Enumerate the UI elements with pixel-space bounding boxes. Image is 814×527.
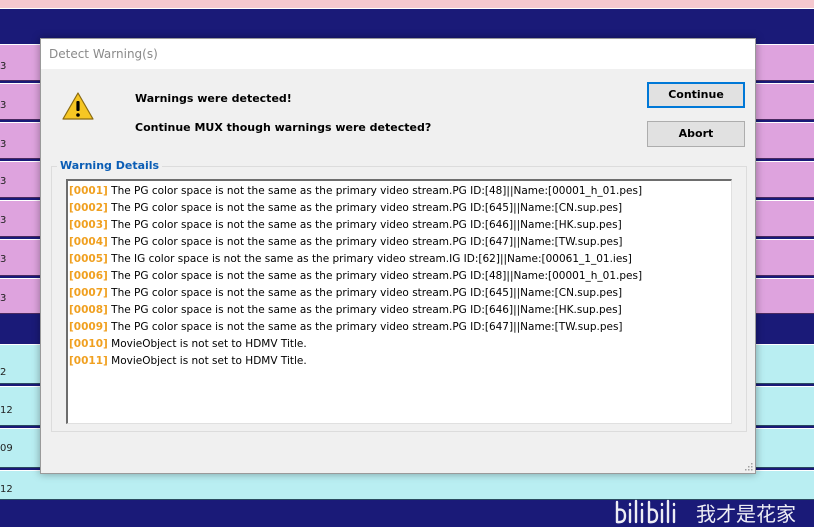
list-item: [0003] The PG color space is not the sam… (69, 217, 622, 234)
warning-code: [0002] (69, 202, 108, 214)
row-number: 3 (0, 176, 7, 187)
list-item: [0005] The IG color space is not the sam… (69, 251, 632, 268)
row-number: 3 (0, 100, 7, 111)
resize-grip-icon[interactable] (743, 461, 753, 471)
row-number: 3 (0, 61, 7, 72)
row-number: 12 (0, 405, 13, 416)
warning-code: [0001] (69, 185, 108, 197)
warning-code: [0005] (69, 253, 108, 265)
confirm-question: Continue MUX though warnings were detect… (135, 121, 432, 134)
warning-text: The PG color space is not the same as th… (111, 185, 643, 197)
list-item: [0009] The PG color space is not the sam… (69, 319, 623, 336)
top-strip (0, 0, 814, 9)
warning-message: Warnings were detected! (135, 92, 292, 105)
warning-dialog: Detect Warning(s) Warnings were detected… (40, 38, 756, 474)
list-item: [0004] The PG color space is not the sam… (69, 234, 623, 251)
warning-text: The PG color space is not the same as th… (111, 202, 623, 214)
warning-text: The IG color space is not the same as th… (111, 253, 632, 265)
list-item: [0002] The PG color space is not the sam… (69, 200, 622, 217)
row-number: 2 (0, 367, 7, 378)
warning-text: The PG color space is not the same as th… (111, 236, 623, 248)
warning-code: [0003] (69, 219, 108, 231)
warning-text: The PG color space is not the same as th… (111, 304, 622, 316)
warning-details-list[interactable]: [0001] The PG color space is not the sam… (66, 179, 732, 424)
warning-code: [0011] (69, 355, 108, 367)
dialog-title: Detect Warning(s) (49, 47, 158, 61)
row-number: 3 (0, 139, 7, 150)
row-number: 3 (0, 215, 7, 226)
header-band (0, 9, 814, 39)
bilibili-logo-icon (615, 499, 676, 524)
list-item: [0006] The PG color space is not the sam… (69, 268, 642, 285)
list-item: [0008] The PG color space is not the sam… (69, 302, 622, 319)
warning-text: The PG color space is not the same as th… (111, 321, 623, 333)
list-item: [0011] MovieObject is not set to HDMV Ti… (69, 353, 307, 370)
dialog-titlebar[interactable]: Detect Warning(s) (41, 39, 755, 69)
list-item: [0010] MovieObject is not set to HDMV Ti… (69, 336, 307, 353)
warning-code: [0007] (69, 287, 108, 299)
warning-text: MovieObject is not set to HDMV Title. (111, 355, 307, 367)
row-number: 3 (0, 293, 7, 304)
warning-code: [0010] (69, 338, 108, 350)
watermark: 我才是花家 (612, 496, 814, 526)
row-number: 12 (0, 484, 13, 495)
warning-text: MovieObject is not set to HDMV Title. (111, 338, 307, 350)
warning-text: The PG color space is not the same as th… (111, 219, 622, 231)
warning-text: The PG color space is not the same as th… (111, 270, 643, 282)
row-number: 09 (0, 443, 13, 454)
warning-code: [0006] (69, 270, 108, 282)
abort-button[interactable]: Abort (647, 121, 745, 147)
list-item: [0001] The PG color space is not the sam… (69, 183, 642, 200)
watermark-text: 我才是花家 (696, 502, 796, 526)
continue-button[interactable]: Continue (647, 82, 745, 108)
list-item: [0007] The PG color space is not the sam… (69, 285, 622, 302)
warning-details-label: Warning Details (57, 159, 163, 172)
warning-code: [0009] (69, 321, 108, 333)
warning-triangle-icon (62, 92, 94, 120)
warning-code: [0004] (69, 236, 108, 248)
warning-text: The PG color space is not the same as th… (111, 287, 623, 299)
row-number: 3 (0, 254, 7, 265)
warning-code: [0008] (69, 304, 108, 316)
